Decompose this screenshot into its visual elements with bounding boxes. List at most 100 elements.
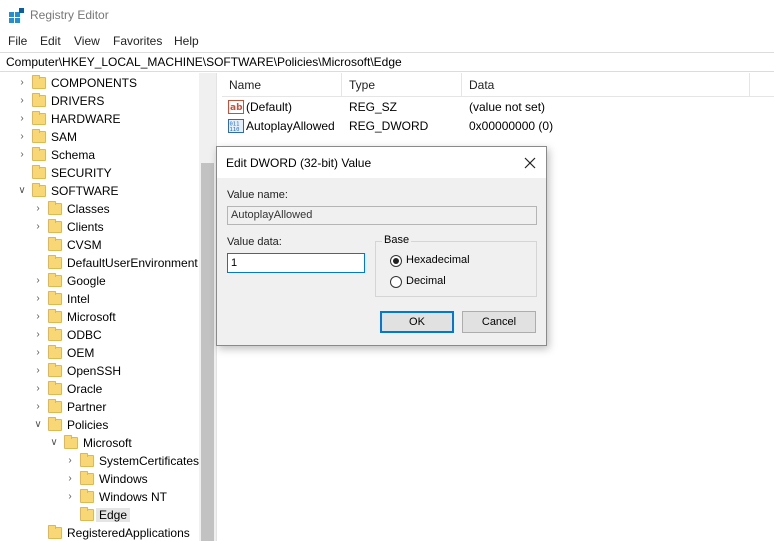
address-bar[interactable]: Computer\HKEY_LOCAL_MACHINE\SOFTWARE\Pol… [0, 52, 774, 72]
value-name-field: AutoplayAllowed [227, 206, 537, 225]
registry-editor-icon [9, 8, 24, 23]
chevron-right-icon[interactable]: › [16, 92, 28, 110]
tree-item[interactable]: › Microsoft [0, 308, 200, 326]
column-name[interactable]: Name [222, 73, 342, 97]
binary-value-icon: 011 110 [228, 119, 244, 133]
close-icon[interactable] [520, 153, 540, 173]
folder-icon [48, 381, 62, 396]
chevron-down-icon[interactable]: ∨ [32, 416, 44, 434]
chevron-right-icon[interactable]: › [32, 380, 44, 398]
chevron-right-icon[interactable]: › [16, 128, 28, 146]
tree-item[interactable]: › Oracle [0, 380, 200, 398]
window-title: Registry Editor [30, 8, 109, 22]
tree-item-label: DefaultUserEnvironment [67, 256, 198, 270]
tree-item-label: Edge [96, 508, 131, 522]
tree-item[interactable]: › Intel [0, 290, 200, 308]
tree-item[interactable]: › Windows NT [0, 488, 200, 506]
tree-item[interactable]: › Google [0, 272, 200, 290]
value-data: 0x00000000 (0) [469, 119, 554, 133]
list-row[interactable]: ab (Default) REG_SZ (value not set) [222, 98, 774, 116]
tree-item-label: SAM [51, 130, 78, 144]
tree-item[interactable]: › ODBC [0, 326, 200, 344]
svg-text:ab: ab [230, 103, 243, 113]
tree-item-label: OpenSSH [67, 364, 122, 378]
column-data[interactable]: Data [462, 73, 750, 97]
tree-item[interactable]: ∨ Policies [0, 416, 200, 434]
chevron-right-icon[interactable]: › [32, 272, 44, 290]
chevron-right-icon[interactable]: › [32, 308, 44, 326]
decimal-label: Decimal [406, 275, 446, 287]
dialog-title-bar: Edit DWORD (32-bit) Value [217, 147, 546, 178]
chevron-right-icon[interactable]: › [32, 398, 44, 416]
base-label: Base [382, 234, 412, 246]
ok-button[interactable]: OK [380, 311, 454, 333]
chevron-right-icon[interactable]: › [32, 362, 44, 380]
chevron-right-icon[interactable]: › [64, 488, 76, 506]
hexadecimal-label: Hexadecimal [406, 254, 470, 266]
radio-unselected-icon[interactable] [390, 276, 402, 288]
chevron-right-icon[interactable]: › [64, 452, 76, 470]
menu-help[interactable]: Help [174, 34, 199, 48]
tree-item[interactable]: › SystemCertificates [0, 452, 200, 470]
tree-item[interactable]: › Classes [0, 200, 200, 218]
tree-item-label: Oracle [67, 382, 103, 396]
tree-item[interactable]: SECURITY [0, 164, 200, 182]
tree-item[interactable]: CVSM [0, 236, 200, 254]
tree-item-label: Google [67, 274, 106, 288]
tree-item[interactable]: › COMPONENTS [0, 74, 200, 92]
tree-item[interactable]: › OEM [0, 344, 200, 362]
tree-item[interactable]: ∨ SOFTWARE [0, 182, 200, 200]
tree-item[interactable]: › DRIVERS [0, 92, 200, 110]
tree-item[interactable]: › Windows [0, 470, 200, 488]
chevron-right-icon[interactable]: › [32, 326, 44, 344]
tree-item-label: COMPONENTS [51, 76, 138, 90]
registry-tree[interactable]: › COMPONENTS › DRIVERS › HARDWARE › SAM › Schema S… [0, 73, 216, 541]
chevron-down-icon[interactable]: ∨ [16, 182, 28, 200]
tree-item[interactable]: › Partner [0, 398, 200, 416]
tree-item[interactable]: › SAM [0, 128, 200, 146]
chevron-right-icon[interactable]: › [32, 344, 44, 362]
list-row[interactable]: 011 110 AutoplayAllowed REG_DWORD 0x0000… [222, 117, 774, 135]
address-path[interactable]: Computer\HKEY_LOCAL_MACHINE\SOFTWARE\Pol… [6, 55, 402, 69]
value-name: AutoplayAllowed [246, 119, 335, 133]
folder-icon [80, 489, 94, 504]
tree-scrollbar-thumb[interactable] [201, 163, 214, 541]
tree-item[interactable]: › HARDWARE [0, 110, 200, 128]
chevron-right-icon[interactable]: › [32, 200, 44, 218]
chevron-right-icon[interactable]: › [32, 290, 44, 308]
title-bar: Registry Editor [0, 0, 774, 32]
tree-item[interactable]: Edge [0, 506, 200, 524]
menu-view[interactable]: View [74, 34, 100, 48]
chevron-right-icon[interactable]: › [16, 110, 28, 128]
radio-selected-icon[interactable] [390, 255, 402, 267]
svg-text:110: 110 [230, 127, 240, 133]
column-type[interactable]: Type [342, 73, 462, 97]
menu-edit[interactable]: Edit [40, 34, 61, 48]
decimal-radio[interactable]: Decimal [390, 275, 530, 289]
tree-item[interactable]: ∨ Microsoft [0, 434, 200, 452]
value-data-input[interactable]: 1 [227, 253, 365, 273]
tree-item[interactable]: DefaultUserEnvironment [0, 254, 200, 272]
folder-icon [48, 273, 62, 288]
tree-item-label: SystemCertificates [99, 454, 200, 468]
cancel-button[interactable]: Cancel [462, 311, 536, 333]
chevron-right-icon[interactable]: › [32, 218, 44, 236]
tree-item-label: Policies [67, 418, 109, 432]
tree-item-label: Schema [51, 148, 96, 162]
menu-file[interactable]: File [8, 34, 27, 48]
value-type: REG_DWORD [349, 119, 429, 133]
tree-item[interactable]: › Clients [0, 218, 200, 236]
tree-item[interactable]: › Schema [0, 146, 200, 164]
tree-scrollbar[interactable] [199, 73, 216, 541]
tree-item-label: HARDWARE [51, 112, 121, 126]
edit-dword-dialog: Edit DWORD (32-bit) Value Value name: Au… [216, 146, 547, 346]
chevron-right-icon[interactable]: › [16, 146, 28, 164]
hexadecimal-radio[interactable]: Hexadecimal [390, 254, 530, 268]
chevron-right-icon[interactable]: › [64, 470, 76, 488]
tree-item[interactable]: RegisteredApplications [0, 524, 200, 541]
chevron-right-icon[interactable]: › [16, 74, 28, 92]
chevron-down-icon[interactable]: ∨ [48, 434, 60, 452]
menu-favorites[interactable]: Favorites [113, 34, 162, 48]
tree-item[interactable]: › OpenSSH [0, 362, 200, 380]
folder-icon [32, 129, 46, 144]
